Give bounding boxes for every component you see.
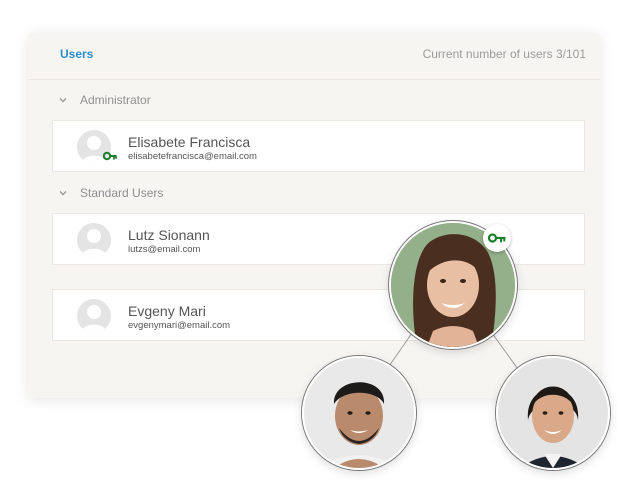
chevron-down-icon — [59, 191, 67, 196]
key-icon — [488, 233, 506, 243]
users-panel: Users Current number of users 3/101 Admi… — [28, 33, 600, 398]
tab-users[interactable]: Users — [60, 47, 93, 61]
section-toggle-administrator[interactable]: Administrator — [58, 91, 151, 109]
key-icon — [103, 151, 117, 161]
user-email: lutzs@email.com — [128, 244, 201, 255]
user-avatar-icon — [77, 223, 111, 257]
user-email: evgenymari@email.com — [128, 320, 231, 331]
user-avatar-icon — [77, 299, 111, 333]
user-row-elisabete[interactable]: Elisabete Francisca elisabetefrancisca@e… — [52, 120, 585, 172]
section-toggle-standard-users[interactable]: Standard Users — [58, 184, 163, 202]
panel-header: Users Current number of users 3/101 — [28, 33, 600, 80]
chevron-down-icon — [59, 98, 67, 103]
user-email: elisabetefrancisca@email.com — [128, 151, 257, 162]
user-portrait-photo-woman — [496, 356, 610, 470]
user-portrait-photo-man — [302, 356, 416, 470]
user-count-label: Current number of users 3/101 — [422, 47, 586, 61]
user-name: Evgeny Mari — [128, 303, 206, 319]
section-title: Administrator — [80, 93, 151, 107]
user-name: Lutz Sionann — [128, 227, 210, 243]
user-name: Elisabete Francisca — [128, 134, 251, 150]
section-title: Standard Users — [80, 186, 164, 200]
admin-key-badge — [483, 224, 511, 252]
